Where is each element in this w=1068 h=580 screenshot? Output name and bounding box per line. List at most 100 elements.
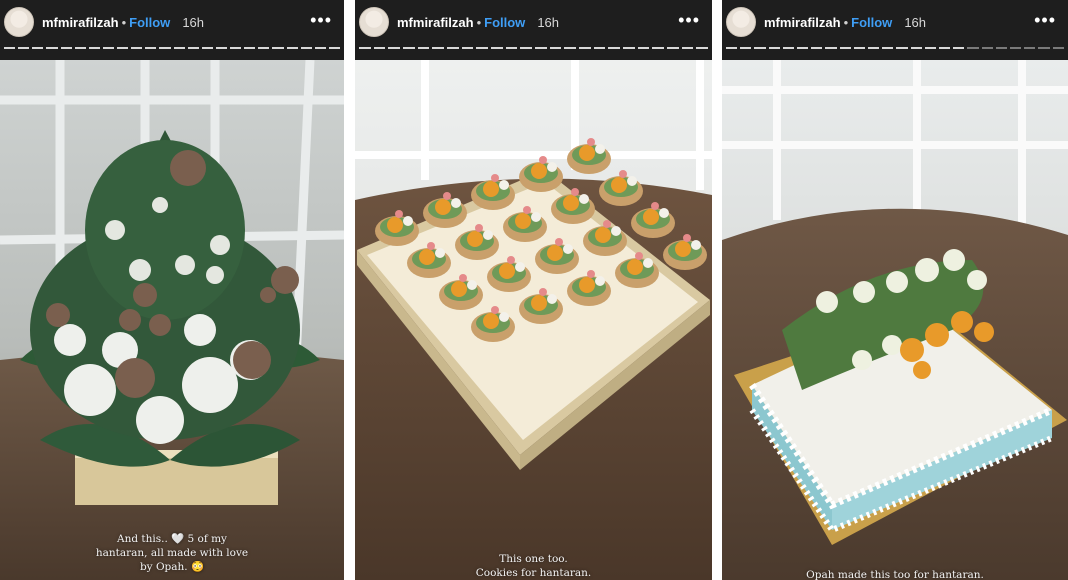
caption-line: This one too. bbox=[499, 553, 568, 565]
progress-segment bbox=[896, 47, 908, 49]
progress-segment bbox=[652, 47, 665, 49]
progress-segment bbox=[102, 47, 114, 49]
progress-segment bbox=[4, 47, 16, 49]
progress-segment bbox=[159, 47, 171, 49]
progress-segment bbox=[868, 47, 880, 49]
progress-segment bbox=[726, 47, 738, 49]
progress-segment bbox=[953, 47, 965, 49]
timestamp: 16h bbox=[537, 14, 560, 30]
caption-line: by Opah. 😳 bbox=[139, 561, 205, 573]
progress-segment bbox=[417, 47, 430, 49]
progress-segment bbox=[300, 47, 312, 49]
story-header: mfmirafilzah • Follow 16h bbox=[722, 0, 1068, 44]
progress-segment bbox=[187, 47, 199, 49]
story-panel-1[interactable]: mfmirafilzah • Follow 16h ••• And this..… bbox=[0, 0, 344, 580]
progress-segment bbox=[681, 47, 694, 49]
separator-dot: • bbox=[476, 14, 482, 30]
progress-segment bbox=[230, 47, 242, 49]
progress-segment bbox=[967, 47, 979, 49]
progress-segment bbox=[88, 47, 100, 49]
follow-button[interactable]: Follow bbox=[484, 15, 525, 30]
progress-segment bbox=[447, 47, 459, 49]
follow-button[interactable]: Follow bbox=[129, 15, 170, 30]
progress-segment bbox=[117, 47, 129, 49]
caption-line: And this.. 🤍 5 of my bbox=[116, 533, 227, 545]
story-panel-2[interactable]: mfmirafilzah • Follow 16h ••• This one t… bbox=[355, 0, 712, 580]
timestamp: 16h bbox=[182, 14, 205, 30]
progress-segment bbox=[46, 47, 58, 49]
progress-segment bbox=[60, 47, 72, 49]
progress-segment bbox=[1052, 47, 1064, 49]
caption-line: Opah made this too for hantaran. bbox=[806, 569, 984, 580]
story-progress-bar bbox=[355, 47, 712, 53]
progress-segment bbox=[924, 47, 937, 49]
progress-segment bbox=[535, 47, 547, 49]
progress-segment bbox=[608, 47, 621, 49]
progress-segment bbox=[328, 47, 340, 49]
progress-segment bbox=[201, 47, 213, 49]
progress-segment bbox=[215, 47, 227, 49]
story-progress-bar bbox=[722, 47, 1068, 53]
username[interactable]: mfmirafilzah bbox=[764, 15, 841, 30]
progress-segment bbox=[74, 47, 86, 49]
progress-segment bbox=[1038, 47, 1050, 49]
progress-segment bbox=[768, 47, 780, 49]
progress-segment bbox=[549, 47, 562, 49]
progress-segment bbox=[32, 47, 44, 49]
separator-dot: • bbox=[121, 14, 127, 30]
progress-segment bbox=[173, 47, 185, 49]
story-panel-3[interactable]: mfmirafilzah • Follow 16h ••• Opah made … bbox=[722, 0, 1068, 580]
progress-segment bbox=[740, 47, 752, 49]
progress-segment bbox=[696, 47, 709, 49]
progress-segment bbox=[432, 47, 445, 49]
progress-segment bbox=[272, 47, 284, 49]
progress-segment bbox=[564, 47, 577, 49]
more-horizontal-icon[interactable]: ••• bbox=[678, 10, 700, 31]
progress-segment bbox=[910, 47, 922, 49]
progress-segment bbox=[995, 47, 1008, 49]
progress-segment bbox=[939, 47, 951, 49]
username[interactable]: mfmirafilzah bbox=[397, 15, 474, 30]
progress-segment bbox=[782, 47, 795, 49]
progress-segment bbox=[579, 47, 591, 49]
progress-segment bbox=[520, 47, 533, 49]
caption-line: hantaran, all made with love bbox=[95, 547, 249, 559]
progress-segment bbox=[388, 47, 401, 49]
story-progress-bar bbox=[0, 47, 344, 53]
progress-segment bbox=[637, 47, 650, 49]
follow-button[interactable]: Follow bbox=[851, 15, 892, 30]
progress-segment bbox=[505, 47, 518, 49]
progress-segment bbox=[491, 47, 503, 49]
progress-segment bbox=[314, 47, 326, 49]
story-header: mfmirafilzah • Follow 16h bbox=[0, 0, 344, 44]
progress-segment bbox=[811, 47, 823, 49]
more-horizontal-icon[interactable]: ••• bbox=[310, 10, 332, 31]
progress-segment bbox=[258, 47, 270, 49]
progress-segment bbox=[623, 47, 635, 49]
progress-segment bbox=[882, 47, 894, 49]
avatar[interactable] bbox=[359, 7, 389, 37]
progress-segment bbox=[373, 47, 386, 49]
progress-segment bbox=[981, 47, 993, 49]
story-photo-bouquet: And this.. 🤍 5 of my hantaran, all made … bbox=[0, 60, 344, 580]
progress-segment bbox=[667, 47, 679, 49]
progress-segment bbox=[754, 47, 766, 49]
progress-segment bbox=[18, 47, 30, 49]
progress-segment bbox=[145, 47, 157, 49]
username[interactable]: mfmirafilzah bbox=[42, 15, 119, 30]
story-photo-cake: Opah made this too for hantaran. bbox=[722, 60, 1068, 580]
progress-segment bbox=[461, 47, 474, 49]
progress-segment bbox=[1024, 47, 1036, 49]
separator-dot: • bbox=[843, 14, 849, 30]
progress-segment bbox=[244, 47, 256, 49]
story-caption: This one too. Cookies for hantaran. bbox=[355, 552, 712, 580]
progress-segment bbox=[403, 47, 415, 49]
timestamp: 16h bbox=[904, 14, 927, 30]
more-horizontal-icon[interactable]: ••• bbox=[1034, 10, 1056, 31]
story-caption: And this.. 🤍 5 of my hantaran, all made … bbox=[0, 532, 344, 574]
avatar[interactable] bbox=[726, 7, 756, 37]
progress-segment bbox=[593, 47, 606, 49]
avatar[interactable] bbox=[4, 7, 34, 37]
story-photo-cookies: This one too. Cookies for hantaran. bbox=[355, 60, 712, 580]
progress-segment bbox=[839, 47, 851, 49]
